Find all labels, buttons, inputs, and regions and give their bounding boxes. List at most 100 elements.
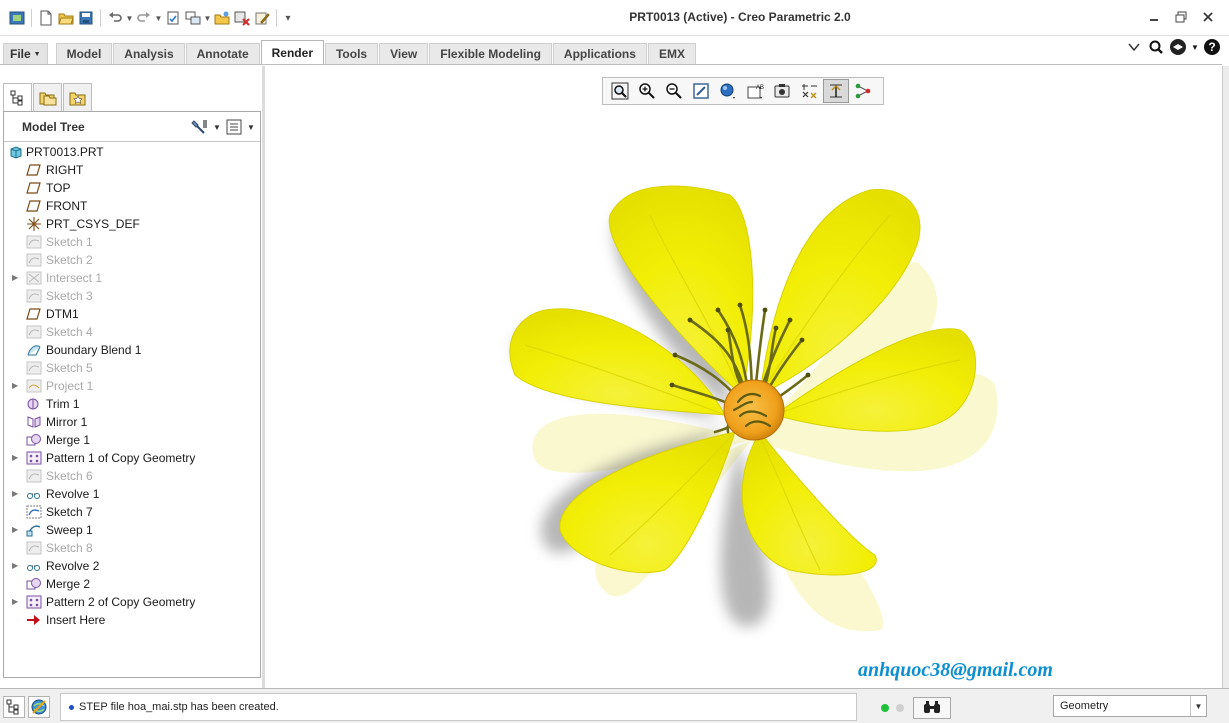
tree-item-label: Revolve 2: [46, 559, 100, 573]
tree-settings-dropdown-icon[interactable]: ▼: [212, 123, 222, 132]
windows-icon[interactable]: [183, 8, 203, 28]
expand-arrow-icon[interactable]: ▶: [12, 381, 20, 391]
collapse-ribbon-icon[interactable]: [1125, 38, 1143, 56]
tree-columns-dropdown-icon[interactable]: ▼: [246, 123, 256, 132]
redo-dropdown-icon[interactable]: ▼: [154, 8, 163, 28]
tree-settings-icon[interactable]: [190, 117, 210, 137]
model-tree-toggle-icon[interactable]: [3, 696, 25, 718]
tree-item[interactable]: Sketch 3: [4, 287, 260, 305]
tab-tools[interactable]: Tools: [324, 43, 379, 64]
customize-icon[interactable]: ▾: [281, 8, 295, 28]
search-icon[interactable]: [1147, 38, 1165, 56]
tree-item[interactable]: Sketch 5: [4, 359, 260, 377]
tree-item[interactable]: PRT0013.PRT: [4, 143, 260, 161]
tree-item[interactable]: DTM1: [4, 305, 260, 323]
tree-item[interactable]: Sketch 6: [4, 467, 260, 485]
sketch-icon: [26, 289, 42, 303]
tree-item[interactable]: Sketch 2: [4, 251, 260, 269]
tree-item[interactable]: FRONT: [4, 197, 260, 215]
windows-dropdown-icon[interactable]: ▼: [203, 8, 212, 28]
expand-arrow-icon[interactable]: ▶: [12, 561, 20, 571]
tree-item[interactable]: ▶ Pattern 1 of Copy Geometry: [4, 449, 260, 467]
tree-item[interactable]: ▶ Intersect 1: [4, 269, 260, 287]
undo-dropdown-icon[interactable]: ▼: [125, 8, 134, 28]
insert-here-icon: [26, 613, 42, 627]
tab-view[interactable]: View: [379, 43, 429, 64]
tree-item[interactable]: Boundary Blend 1: [4, 341, 260, 359]
expand-arrow-icon[interactable]: ▶: [12, 453, 20, 463]
new-icon[interactable]: [36, 8, 56, 28]
undo-icon[interactable]: [105, 8, 125, 28]
saved-orientations-icon[interactable]: AB: [742, 79, 768, 103]
redo-icon[interactable]: [134, 8, 154, 28]
tree-item[interactable]: Merge 1: [4, 431, 260, 449]
tree-item[interactable]: ▶ Sweep 1: [4, 521, 260, 539]
tab-applications[interactable]: Applications: [552, 43, 647, 64]
tree-item[interactable]: Mirror 1: [4, 413, 260, 431]
tree-item[interactable]: Trim 1: [4, 395, 260, 413]
tree-item[interactable]: TOP: [4, 179, 260, 197]
tab-analysis[interactable]: Analysis: [113, 43, 185, 64]
selection-filter-dropdown[interactable]: Geometry ▼: [1053, 695, 1207, 717]
help-icon[interactable]: ?: [1203, 38, 1221, 56]
tab-render[interactable]: Render: [260, 40, 324, 64]
project-icon: [26, 379, 42, 393]
open-icon[interactable]: [56, 8, 76, 28]
expand-arrow-icon[interactable]: ▶: [12, 489, 20, 499]
save-icon[interactable]: [76, 8, 96, 28]
favorites-icon[interactable]: [63, 83, 92, 111]
display-style-icon[interactable]: [715, 79, 741, 103]
expand-arrow-icon[interactable]: ▶: [12, 597, 20, 607]
tab-flexible-modeling[interactable]: Flexible Modeling: [429, 43, 552, 64]
tree-item[interactable]: Sketch 8: [4, 539, 260, 557]
datum-display-filters-icon[interactable]: [823, 79, 849, 103]
tree-item[interactable]: PRT_CSYS_DEF: [4, 215, 260, 233]
tab-emx[interactable]: EMX: [647, 43, 696, 64]
window-title: PRT0013 (Active) - Creo Parametric 2.0: [629, 10, 851, 24]
tab-annotate[interactable]: Annotate: [185, 43, 260, 64]
annotation-display-icon[interactable]: [850, 79, 876, 103]
refit-icon[interactable]: [607, 79, 633, 103]
regenerate-icon[interactable]: [163, 8, 183, 28]
close-icon[interactable]: [1199, 8, 1217, 26]
perspective-icon[interactable]: [796, 79, 822, 103]
file-menu[interactable]: File ▼: [3, 43, 48, 64]
expand-arrow-icon[interactable]: ▶: [12, 273, 20, 283]
tree-item-label: Sketch 3: [46, 289, 93, 303]
model-tree-icon[interactable]: [3, 83, 32, 111]
tree-item[interactable]: Sketch 7: [4, 503, 260, 521]
status-message: STEP file hoa_mai.stp has been created.: [79, 701, 279, 713]
tab-model[interactable]: Model: [55, 43, 113, 64]
tree-item-label: RIGHT: [46, 163, 84, 177]
minimize-icon[interactable]: [1145, 8, 1163, 26]
message-area: STEP file hoa_mai.stp has been created.: [60, 693, 857, 721]
tree-item[interactable]: ▶ Project 1: [4, 377, 260, 395]
close-window-icon[interactable]: [232, 8, 252, 28]
tree-item[interactable]: RIGHT: [4, 161, 260, 179]
tree-item[interactable]: Merge 2: [4, 575, 260, 593]
tree-item[interactable]: ▶ Revolve 2: [4, 557, 260, 575]
chevron-down-icon[interactable]: ▼: [1190, 696, 1206, 716]
restore-icon[interactable]: [1172, 8, 1190, 26]
open-folder-icon[interactable]: [212, 8, 232, 28]
edit-icon[interactable]: [252, 8, 272, 28]
tree-item[interactable]: ▶ Pattern 2 of Copy Geometry: [4, 593, 260, 611]
zoom-in-icon[interactable]: [634, 79, 660, 103]
expand-arrow-icon[interactable]: ▶: [12, 525, 20, 535]
zoom-out-icon[interactable]: [661, 79, 687, 103]
tree-item[interactable]: ▶ Revolve 1: [4, 485, 260, 503]
find-icon[interactable]: [913, 697, 951, 719]
folder-browser-icon[interactable]: [33, 83, 62, 111]
tree-columns-icon[interactable]: [224, 117, 244, 137]
repaint-icon[interactable]: [688, 79, 714, 103]
app-icon[interactable]: [7, 8, 27, 28]
help-center-dropdown-icon[interactable]: ▼: [1191, 38, 1199, 56]
tree-item-label: Trim 1: [46, 397, 80, 411]
help-center-icon[interactable]: [1169, 38, 1187, 56]
tree-item[interactable]: Sketch 1: [4, 233, 260, 251]
flower-model[interactable]: [490, 170, 1010, 640]
view-manager-icon[interactable]: [769, 79, 795, 103]
browser-toggle-icon[interactable]: [28, 696, 50, 718]
tree-item[interactable]: Sketch 4: [4, 323, 260, 341]
tree-item[interactable]: Insert Here: [4, 611, 260, 629]
